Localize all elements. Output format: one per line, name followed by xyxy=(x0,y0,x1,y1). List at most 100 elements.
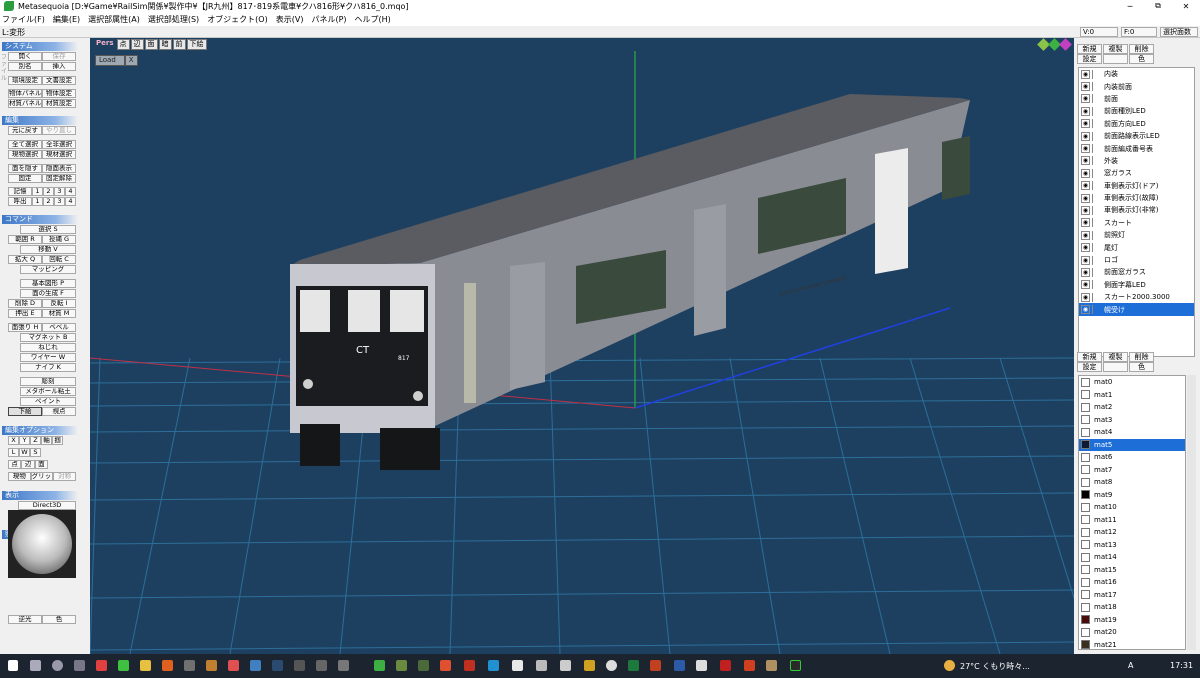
face-stretch-tool[interactable]: 面張り H xyxy=(8,323,42,332)
object-copy-button[interactable]: 複製 xyxy=(1103,44,1128,54)
range-tool[interactable]: 範囲 R xyxy=(8,235,42,244)
visibility-eye-icon[interactable]: ◉ xyxy=(1081,255,1090,265)
object-row[interactable]: ◉ 側面字幕LED xyxy=(1079,279,1194,291)
object-row[interactable]: ◉ 前面編成番号表 xyxy=(1079,142,1194,154)
extrude-tool[interactable]: 押出 E xyxy=(8,309,42,318)
material-row[interactable]: mat12 xyxy=(1079,526,1185,539)
object-row[interactable]: ◉ スカート xyxy=(1079,217,1194,229)
visibility-eye-icon[interactable]: ◉ xyxy=(1081,69,1090,79)
object-row[interactable]: ◉ 前面 xyxy=(1079,93,1194,105)
flip-tool[interactable]: 反転 I xyxy=(42,299,76,308)
face-create-tool[interactable]: 面の生成 F xyxy=(20,289,76,298)
edge-display-toggle[interactable]: 辺 xyxy=(130,39,144,50)
axis-x-toggle[interactable]: X xyxy=(8,436,19,445)
lock-icon[interactable] xyxy=(1092,144,1101,154)
edge-icon[interactable] xyxy=(488,660,499,671)
ime-indicator[interactable]: A xyxy=(1128,661,1133,670)
lock-icon[interactable] xyxy=(1092,205,1101,215)
visibility-eye-icon[interactable]: ◉ xyxy=(1081,181,1090,191)
object-row[interactable]: ◉ 幌受け xyxy=(1079,303,1194,316)
lock-icon[interactable] xyxy=(1092,280,1101,290)
object-new-button[interactable]: 新規 xyxy=(1077,44,1102,54)
app-icon-30[interactable] xyxy=(766,660,777,671)
knife-tool[interactable]: ナイフ K xyxy=(20,363,76,372)
visibility-eye-icon[interactable]: ◉ xyxy=(1081,82,1090,92)
face-toggle[interactable]: 面 xyxy=(34,460,48,469)
lock-icon[interactable] xyxy=(1092,94,1101,104)
material-scrollbar[interactable] xyxy=(1187,375,1196,650)
material-row[interactable]: mat0 xyxy=(1079,376,1185,389)
material-row[interactable]: mat14 xyxy=(1079,551,1185,564)
steam-icon[interactable] xyxy=(272,660,283,671)
lock-icon[interactable] xyxy=(1092,181,1101,191)
dark-display-toggle[interactable]: 暗 xyxy=(158,39,172,50)
object-row[interactable]: ◉ 車側表示灯(非常) xyxy=(1079,204,1194,216)
visibility-eye-icon[interactable]: ◉ xyxy=(1081,267,1090,277)
app-icon-8[interactable] xyxy=(250,660,261,671)
menu-panel[interactable]: パネル(P) xyxy=(311,14,346,25)
front-display-toggle[interactable]: 前 xyxy=(172,39,186,50)
menu-edit[interactable]: 編集(E) xyxy=(53,14,80,25)
local-toggle[interactable]: L xyxy=(8,448,19,457)
app-icon-7[interactable] xyxy=(228,660,239,671)
material-row[interactable]: mat1 xyxy=(1079,389,1185,402)
lock-icon[interactable] xyxy=(1092,82,1101,92)
material-row[interactable]: mat3 xyxy=(1079,414,1185,427)
object-row[interactable]: ◉ 窓ガラス xyxy=(1079,167,1194,179)
lock-icon[interactable] xyxy=(1092,292,1101,302)
move-tool[interactable]: 移動 V xyxy=(20,245,76,254)
material-row[interactable]: mat17 xyxy=(1079,589,1185,602)
axis-z-toggle[interactable]: Z xyxy=(30,436,41,445)
maximize-button[interactable]: ⧉ xyxy=(1144,1,1172,11)
material-row[interactable]: mat16 xyxy=(1079,576,1185,589)
vertex-toggle[interactable]: 点 xyxy=(8,460,22,469)
direct3d-button[interactable]: Direct3D xyxy=(18,501,76,510)
object-row[interactable]: ◉ 前面窓ガラス xyxy=(1079,266,1194,278)
visibility-eye-icon[interactable]: ◉ xyxy=(1081,218,1090,228)
visibility-eye-icon[interactable]: ◉ xyxy=(1081,243,1090,253)
task-view-icon[interactable] xyxy=(74,660,85,671)
visibility-eye-icon[interactable]: ◉ xyxy=(1081,193,1090,203)
menu-object[interactable]: オブジェクト(O) xyxy=(207,14,268,25)
material-row[interactable]: mat18 xyxy=(1079,601,1185,614)
twist-tool[interactable]: ねじれ xyxy=(20,343,76,352)
material-settings-button[interactable]: 設定 xyxy=(1077,362,1102,372)
deselect-all-button[interactable]: 全非選択 xyxy=(42,140,76,149)
sculpt-tool[interactable]: 彫刻 xyxy=(20,377,76,386)
clock[interactable]: 17:31 xyxy=(1170,661,1193,670)
memory-3[interactable]: 3 xyxy=(54,187,65,196)
visibility-eye-icon[interactable]: ◉ xyxy=(1081,156,1090,166)
lock-icon[interactable] xyxy=(1092,267,1101,277)
lock-icon[interactable] xyxy=(1092,106,1101,116)
magnet-tool[interactable]: マグネット B xyxy=(20,333,76,342)
app-heart-icon[interactable] xyxy=(96,660,107,671)
object-row[interactable]: ◉ 尾灯 xyxy=(1079,241,1194,253)
visibility-eye-icon[interactable]: ◉ xyxy=(1081,131,1090,141)
light-sphere[interactable] xyxy=(12,514,72,574)
recall-4[interactable]: 4 xyxy=(65,197,76,206)
material-row[interactable]: mat11 xyxy=(1079,514,1185,527)
lock-icon[interactable] xyxy=(1092,168,1101,178)
unlock-button[interactable]: 固定解除 xyxy=(42,174,76,183)
visibility-eye-icon[interactable]: ◉ xyxy=(1081,94,1090,104)
material-row[interactable]: mat7 xyxy=(1079,464,1185,477)
material-color-button[interactable]: 色 xyxy=(1129,362,1154,372)
app-icon-19[interactable] xyxy=(512,660,523,671)
delete-tool[interactable]: 削除 D xyxy=(8,299,42,308)
visibility-eye-icon[interactable]: ◉ xyxy=(1081,106,1090,116)
show-hidden-button[interactable]: 隠面表示 xyxy=(42,164,76,173)
app-icon-10[interactable] xyxy=(294,660,305,671)
object-settings-button[interactable]: 物体設定 xyxy=(42,89,76,98)
close-button[interactable]: ✕ xyxy=(1172,2,1200,11)
app-icon-17[interactable] xyxy=(464,660,475,671)
memory-2[interactable]: 2 xyxy=(43,187,54,196)
memory-1[interactable]: 1 xyxy=(32,187,43,196)
hide-faces-button[interactable]: 面を隠す xyxy=(8,164,42,173)
weather-icon[interactable] xyxy=(944,660,955,671)
material-copy-button[interactable]: 複製 xyxy=(1103,352,1128,362)
powerpoint-icon[interactable] xyxy=(650,660,661,671)
light-color-button[interactable]: 色 xyxy=(42,615,76,624)
lock-icon[interactable] xyxy=(1092,218,1101,228)
visibility-eye-icon[interactable]: ◉ xyxy=(1081,305,1090,315)
lasso-tool[interactable]: 投縄 G xyxy=(42,235,76,244)
